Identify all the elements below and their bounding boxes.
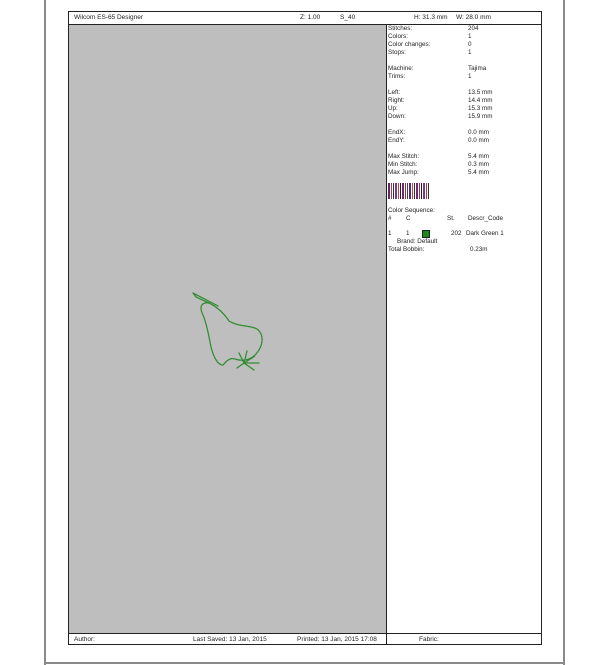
trims-label: Trims: — [388, 73, 406, 80]
thread-brand: Brand: Default — [388, 238, 541, 246]
color-sequence-row: 1 1 202 Dark Green 1 — [388, 230, 541, 238]
design-width: W: 28.0 mm — [456, 14, 491, 21]
min-stitch-value: 0.3 mm — [468, 161, 489, 168]
barcode-icon — [388, 183, 438, 199]
design-canvas — [69, 25, 387, 633]
stitches-label: Stitches: — [388, 25, 413, 32]
right-label: Right: — [388, 97, 405, 104]
barcode-bar — [395, 183, 397, 199]
min-stitch-label: Min Stitch: — [388, 161, 418, 168]
col-st-header: St. — [447, 215, 455, 222]
max-stitch-label: Max Stitch: — [388, 153, 420, 160]
author-field: Author: — [74, 636, 95, 643]
barcode-bar — [407, 183, 408, 199]
page-edge-left — [44, 0, 46, 665]
page-edge-bottom — [44, 662, 565, 664]
barcode-bar — [405, 183, 406, 199]
barcode-bar — [412, 183, 413, 199]
barcode-bar — [421, 183, 422, 199]
endx-label: EndX: — [388, 129, 406, 136]
color-changes-label: Color changes: — [388, 41, 431, 48]
seq-stitches: 202 — [451, 230, 462, 237]
col-descr-header: Descr_Code — [468, 215, 503, 222]
left-label: Left: — [388, 89, 401, 96]
machine-label: Machine: — [388, 65, 414, 72]
color-changes-value: 0 — [468, 41, 472, 48]
max-stitch-value: 5.4 mm — [468, 153, 489, 160]
barcode-bar — [388, 183, 390, 199]
header-bar: Wilcom ES-65 Designer Z: 1.00 S_40 H: 31… — [69, 12, 541, 25]
total-bobbin-label: Total Bobbin: — [388, 246, 425, 253]
stitches-value: 204 — [468, 25, 479, 32]
machine-value: Tajima — [468, 65, 487, 72]
down-label: Down: — [388, 113, 406, 120]
seq-descr: Dark Green 1 — [466, 230, 504, 237]
endx-value: 0.0 mm — [468, 129, 489, 136]
right-value: 14.4 mm — [468, 97, 493, 104]
col-c-header: C — [406, 215, 411, 222]
design-info-panel: Stitches: 204 Colors: 1 Color changes: 0 St… — [388, 25, 541, 633]
seq-c: 1 — [406, 230, 410, 237]
left-value: 13.5 mm — [468, 89, 493, 96]
pear-outline — [200, 302, 263, 366]
up-value: 15.3 mm — [468, 105, 493, 112]
barcode-bar — [402, 183, 404, 199]
printed-date: Printed: 13 Jan, 2015 17:08 — [297, 636, 377, 643]
footer-divider — [386, 634, 387, 645]
embroidery-design — [192, 292, 263, 371]
barcode-bar — [414, 183, 415, 199]
endy-value: 0.0 mm — [468, 137, 489, 144]
colors-value: 1 — [468, 33, 472, 40]
seq-num: 1 — [388, 230, 392, 237]
barcode-bar — [400, 183, 401, 199]
stops-value: 1 — [468, 49, 472, 56]
barcode-bar — [428, 183, 429, 199]
total-bobbin-value: 0.23m — [470, 246, 488, 253]
last-saved: Last Saved: 13 Jan, 2015 — [193, 636, 267, 643]
print-page: Wilcom ES-65 Designer Z: 1.00 S_40 H: 31… — [68, 11, 542, 645]
color-sequence-header: # C St. Descr_Code — [388, 215, 541, 223]
up-label: Up: — [388, 105, 398, 112]
stops-label: Stops: — [388, 49, 406, 56]
endy-label: EndY: — [388, 137, 405, 144]
max-jump-label: Max Jump: — [388, 169, 419, 176]
thread-brand-text: Brand: Default — [397, 238, 438, 245]
barcode-bar — [423, 183, 425, 199]
colors-label: Colors: — [388, 33, 408, 40]
zoom-level: Z: 1.00 — [300, 14, 321, 21]
app-title: Wilcom ES-65 Designer — [74, 14, 143, 21]
page-edge-right — [563, 0, 565, 665]
down-value: 15.9 mm — [468, 113, 493, 120]
barcode-bar — [426, 183, 427, 199]
fabric-field: Fabric: — [419, 636, 439, 643]
barcode-bar — [409, 183, 411, 199]
col-num-header: # — [388, 215, 392, 222]
footer-bar: Author: Last Saved: 13 Jan, 2015 Printed… — [69, 633, 541, 645]
design-height: H: 31.3 mm — [414, 14, 448, 21]
trims-value: 1 — [468, 73, 472, 80]
thread-color-swatch — [422, 230, 430, 238]
color-sequence-title: Color Sequence: — [388, 207, 435, 214]
pear-stem — [192, 292, 219, 307]
max-jump-value: 5.4 mm — [468, 169, 489, 176]
barcode-bar — [391, 183, 392, 199]
barcode-bar — [419, 183, 420, 199]
barcode-bar — [416, 183, 418, 199]
design-name: S_40 — [340, 14, 356, 21]
barcode-bar — [393, 183, 394, 199]
barcode-bar — [398, 183, 399, 199]
